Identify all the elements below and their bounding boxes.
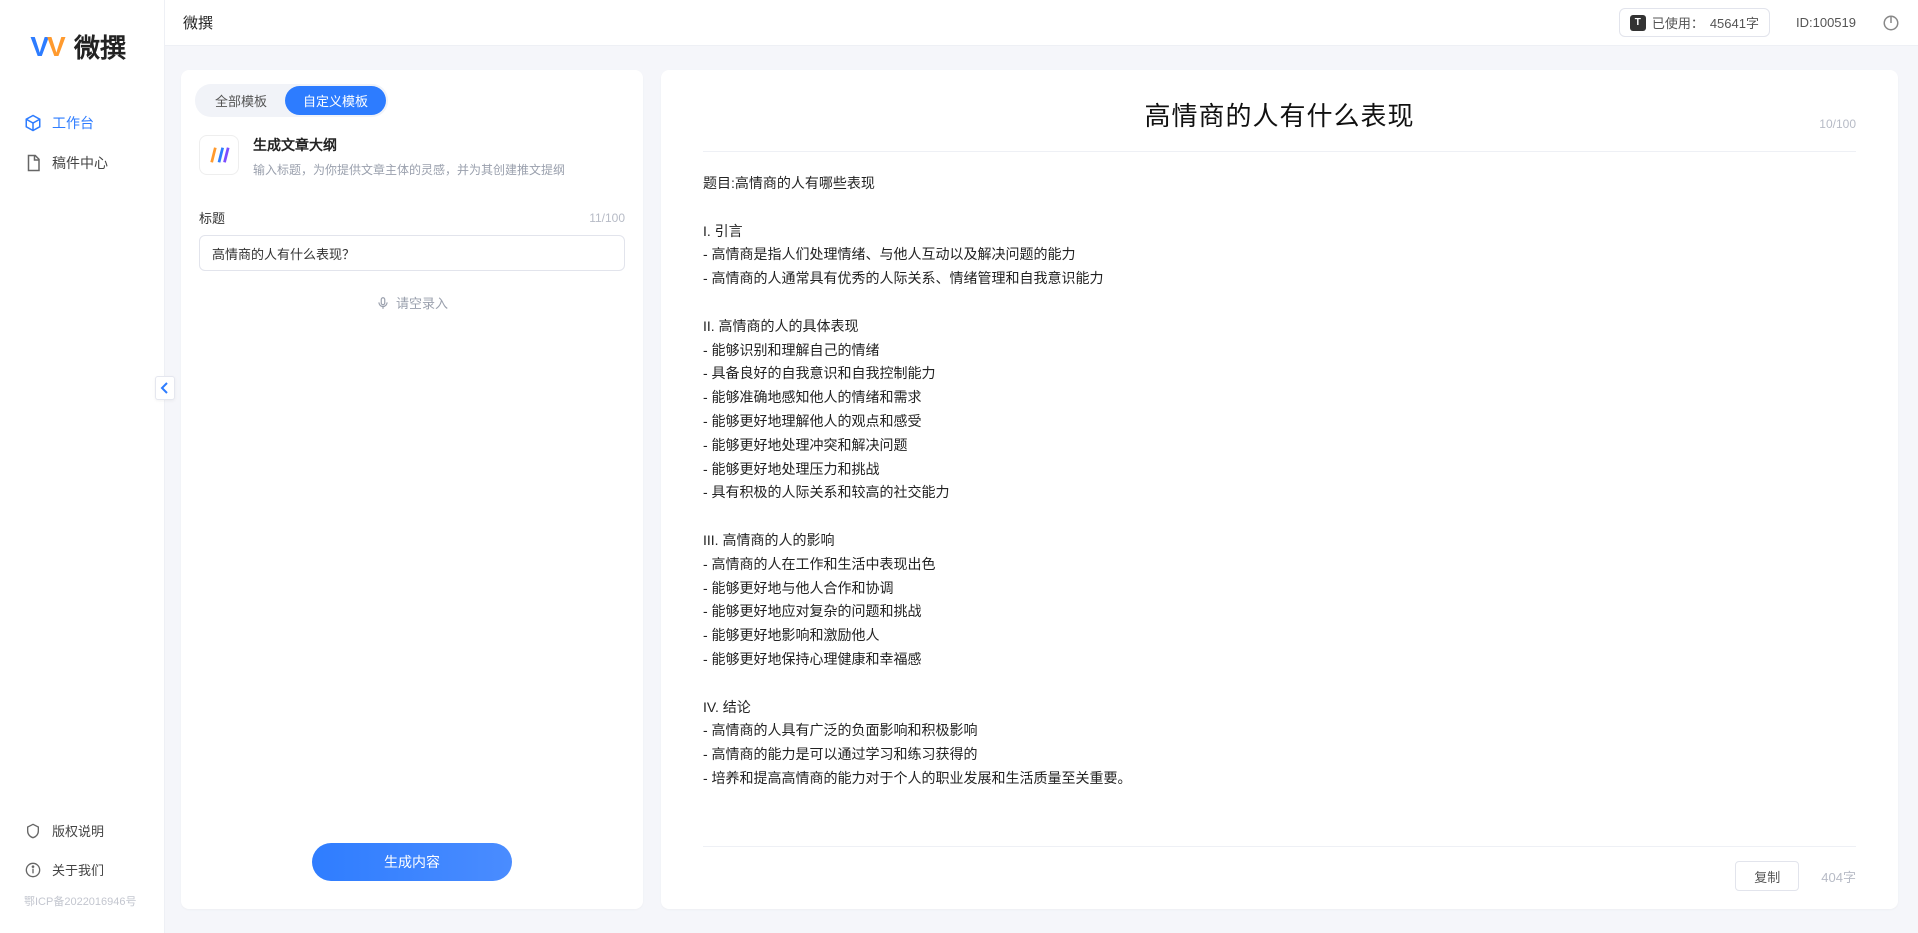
usage-pill[interactable]: T 已使用： 45641字 bbox=[1619, 8, 1770, 37]
tab-custom-templates[interactable]: 自定义模板 bbox=[285, 86, 386, 115]
word-count: 404字 bbox=[1821, 867, 1856, 886]
icp-text: 鄂ICP备2022016946号 bbox=[0, 889, 164, 923]
tab-all-templates[interactable]: 全部模板 bbox=[197, 86, 285, 115]
nav-item-about[interactable]: 关于我们 bbox=[0, 850, 164, 889]
microphone-icon bbox=[376, 296, 390, 310]
title-form: 标题 11/100 请空录入 bbox=[181, 186, 643, 312]
logo-mark: VV bbox=[28, 32, 66, 62]
logo-text: 微撰 bbox=[74, 28, 126, 65]
title-input[interactable] bbox=[199, 235, 625, 271]
text-badge-icon: T bbox=[1630, 15, 1646, 31]
generate-button[interactable]: 生成内容 bbox=[312, 843, 512, 881]
nav-label: 关于我们 bbox=[52, 860, 104, 879]
cube-icon bbox=[24, 114, 42, 132]
info-icon bbox=[24, 861, 42, 879]
sidebar: VV 微撰 工作台 稿件中心 版权说明 bbox=[0, 0, 165, 933]
shield-icon bbox=[24, 822, 42, 840]
copy-button[interactable]: 复制 bbox=[1735, 861, 1799, 891]
main: 微撰 T 已使用： 45641字 ID:100519 bbox=[165, 0, 1918, 933]
power-icon[interactable] bbox=[1882, 14, 1900, 32]
output-panel: 高情商的人有什么表现 10/100 题目:高情商的人有哪些表现 I. 引言 - … bbox=[661, 70, 1898, 909]
voice-label: 请空录入 bbox=[396, 293, 448, 312]
nav-label: 稿件中心 bbox=[52, 153, 108, 173]
document-body[interactable]: 题目:高情商的人有哪些表现 I. 引言 - 高情商是指人们处理情绪、与他人互动以… bbox=[703, 172, 1856, 836]
nav-label: 版权说明 bbox=[52, 821, 104, 840]
primary-nav: 工作台 稿件中心 bbox=[0, 93, 164, 803]
sidebar-bottom: 版权说明 关于我们 鄂ICP备2022016946号 bbox=[0, 803, 164, 933]
nav-item-drafts[interactable]: 稿件中心 bbox=[0, 143, 164, 183]
nav-item-workspace[interactable]: 工作台 bbox=[0, 103, 164, 143]
title-char-count: 11/100 bbox=[589, 211, 625, 225]
template-title: 生成文章大纲 bbox=[253, 135, 565, 155]
sidebar-collapse-toggle[interactable] bbox=[155, 376, 175, 400]
template-tabs: 全部模板 自定义模板 bbox=[181, 70, 643, 117]
template-icon bbox=[199, 135, 239, 175]
template-card: 生成文章大纲 输入标题，为你提供文章主体的灵感，并为其创建推文提纲 bbox=[181, 117, 643, 186]
chevron-left-icon bbox=[160, 382, 170, 394]
nav-item-copyright[interactable]: 版权说明 bbox=[0, 811, 164, 850]
document-title-count: 10/100 bbox=[1819, 117, 1856, 131]
topbar-title: 微撰 bbox=[179, 12, 213, 33]
title-label: 标题 bbox=[199, 208, 225, 227]
usage-label: 已使用： bbox=[1652, 13, 1704, 32]
app-logo: VV 微撰 bbox=[0, 0, 164, 93]
topbar: 微撰 T 已使用： 45641字 ID:100519 bbox=[165, 0, 1918, 46]
user-id: ID:100519 bbox=[1796, 15, 1856, 30]
usage-value: 45641字 bbox=[1710, 13, 1759, 32]
voice-input-button[interactable]: 请空录入 bbox=[199, 293, 625, 312]
template-desc: 输入标题，为你提供文章主体的灵感，并为其创建推文提纲 bbox=[253, 161, 565, 178]
document-icon bbox=[24, 154, 42, 172]
template-panel: 全部模板 自定义模板 生成文章大纲 输入标题，为你提供文章主体的灵感，并为其创建… bbox=[181, 70, 643, 909]
document-title[interactable]: 高情商的人有什么表现 bbox=[1144, 96, 1414, 133]
nav-label: 工作台 bbox=[52, 113, 94, 133]
workspace: 全部模板 自定义模板 生成文章大纲 输入标题，为你提供文章主体的灵感，并为其创建… bbox=[165, 46, 1918, 933]
